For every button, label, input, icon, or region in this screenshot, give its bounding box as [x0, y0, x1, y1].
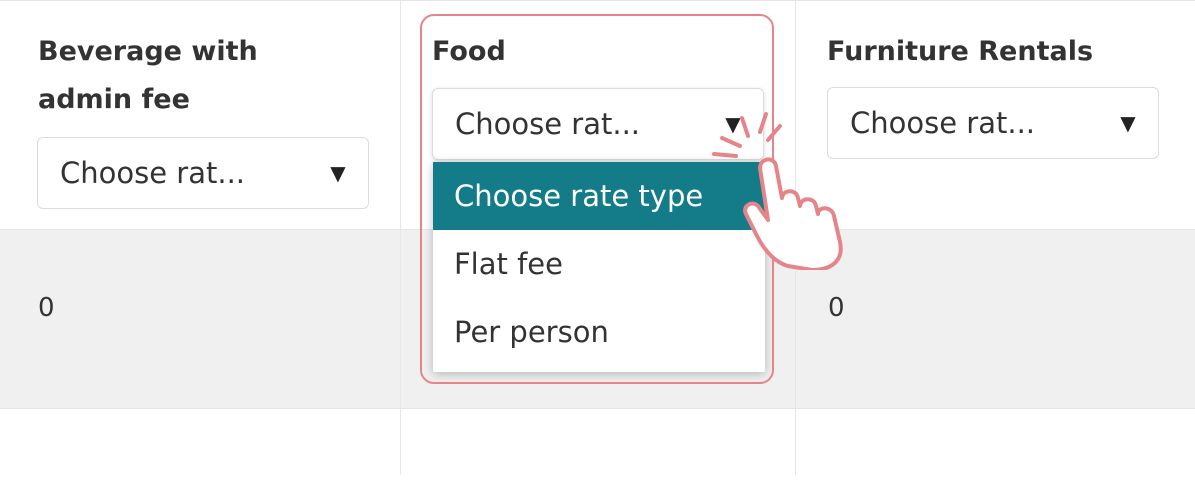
column-header-line: admin fee — [38, 84, 190, 115]
cell-value-beverage: 0 — [38, 293, 55, 323]
pointing-hand-cursor-icon — [712, 112, 843, 270]
column-divider-1 — [400, 0, 401, 475]
column-header-furniture: Furniture Rentals — [827, 36, 1094, 67]
row-divider-body — [0, 408, 1195, 409]
column-header-beverage: Beverage with admin fee — [38, 28, 258, 124]
select-value: Choose rat... — [60, 156, 246, 190]
rate-type-select-furniture[interactable]: Choose rat... ▼ — [827, 87, 1159, 159]
column-header-line: Beverage with — [38, 36, 258, 67]
caret-down-icon: ▼ — [330, 161, 346, 185]
cell-value-furniture: 0 — [828, 293, 845, 323]
rate-type-select-beverage[interactable]: Choose rat... ▼ — [37, 137, 369, 209]
select-value: Choose rat... — [850, 106, 1036, 140]
row-divider-top — [0, 0, 1195, 1]
caret-down-icon: ▼ — [1120, 111, 1136, 135]
